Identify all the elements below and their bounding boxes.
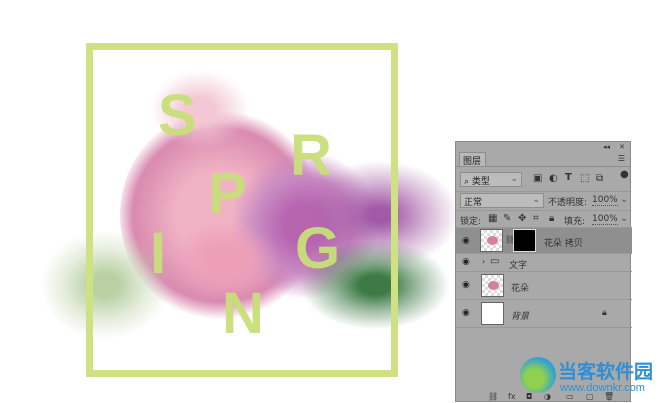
smart-object-filter-icon[interactable]: ⧉ [596,173,603,184]
layer-row-text-group[interactable]: ◉ › ▭ 文字 [456,254,632,272]
letter-p: P [208,161,247,226]
fill-input[interactable]: 100% [592,214,618,225]
layer-name: 花朵 [511,284,530,294]
layer-row-background[interactable]: ◉ 背景 🔒︎ [456,300,632,328]
layer-thumbnail [481,274,504,297]
letter-n: N [222,281,264,346]
layer-name: 背景 [511,312,530,322]
visibility-eye-icon[interactable]: ◉ [462,280,470,290]
fill-label: 填充: [564,217,586,227]
lock-label: 锁定: [460,217,482,227]
filter-kind-select[interactable]: ⌕ 类型 ⌄ [460,172,522,187]
letter-g: G [295,216,341,281]
letter-s: S [158,83,197,148]
layer-name: 花朵 拷贝 [544,239,583,249]
watermark: 当客软件园 www.downkr.com [520,355,658,402]
letter-i: I [150,221,167,286]
fx-icon[interactable]: fx [508,392,516,401]
type-filter-icon[interactable]: T [565,172,572,183]
visibility-eye-icon[interactable]: ◉ [462,308,470,318]
layer-thumbnail [480,229,503,252]
letter-r: R [290,123,332,188]
visibility-eye-icon[interactable]: ◉ [462,257,470,267]
expand-chevron-icon[interactable]: › [482,257,485,266]
watermark-logo-icon [520,357,556,393]
watermark-title: 当客软件园 [558,361,654,383]
layer-mask-thumbnail[interactable] [513,229,536,252]
collapse-icon[interactable]: ◂◂ [603,143,610,151]
layer-name: 文字 [509,261,528,271]
panel-menu-icon[interactable]: ☰ [618,154,625,163]
blend-value: 正常 [464,198,483,208]
layer-row-flower[interactable]: ◉ 花朵 [456,272,632,300]
filter-toggle-icon[interactable]: ● [620,169,629,180]
lock-brush-icon[interactable]: ✎ [503,213,511,224]
tab-layers[interactable]: 图层 [459,152,486,167]
lock-all-icon[interactable]: 🔒︎ [549,213,554,224]
lock-move-icon[interactable]: ✥ [518,213,526,224]
pixel-filter-icon[interactable]: ▣ [533,173,542,184]
layer-thumbnail [481,302,504,325]
layer-row-flower-copy[interactable]: ◉ ⛓ 花朵 拷贝 [456,227,632,254]
lock-icon: 🔒︎ [602,308,607,318]
blend-mode-select[interactable]: 正常 ⌄ [460,193,544,208]
folder-icon: ▭ [490,256,500,267]
fill-dropdown-icon[interactable]: ⌄ [620,213,628,224]
watermark-url: www.downkr.com [560,382,645,394]
lock-artboard-icon[interactable]: ⌗ [533,213,539,224]
opacity-label: 不透明度: [548,198,588,208]
opacity-input[interactable]: 100% [592,195,618,206]
filter-value: 类型 [471,177,490,187]
close-icon[interactable]: ✕ [619,143,625,151]
visibility-eye-icon[interactable]: ◉ [462,236,470,246]
opacity-dropdown-icon[interactable]: ⌄ [620,194,628,205]
adjustment-filter-icon[interactable]: ◐ [549,173,558,184]
link-layers-icon[interactable]: ⛓ [488,392,498,401]
shape-filter-icon[interactable]: ⬚ [580,173,589,184]
lock-transparent-icon[interactable]: ▦ [488,213,497,224]
